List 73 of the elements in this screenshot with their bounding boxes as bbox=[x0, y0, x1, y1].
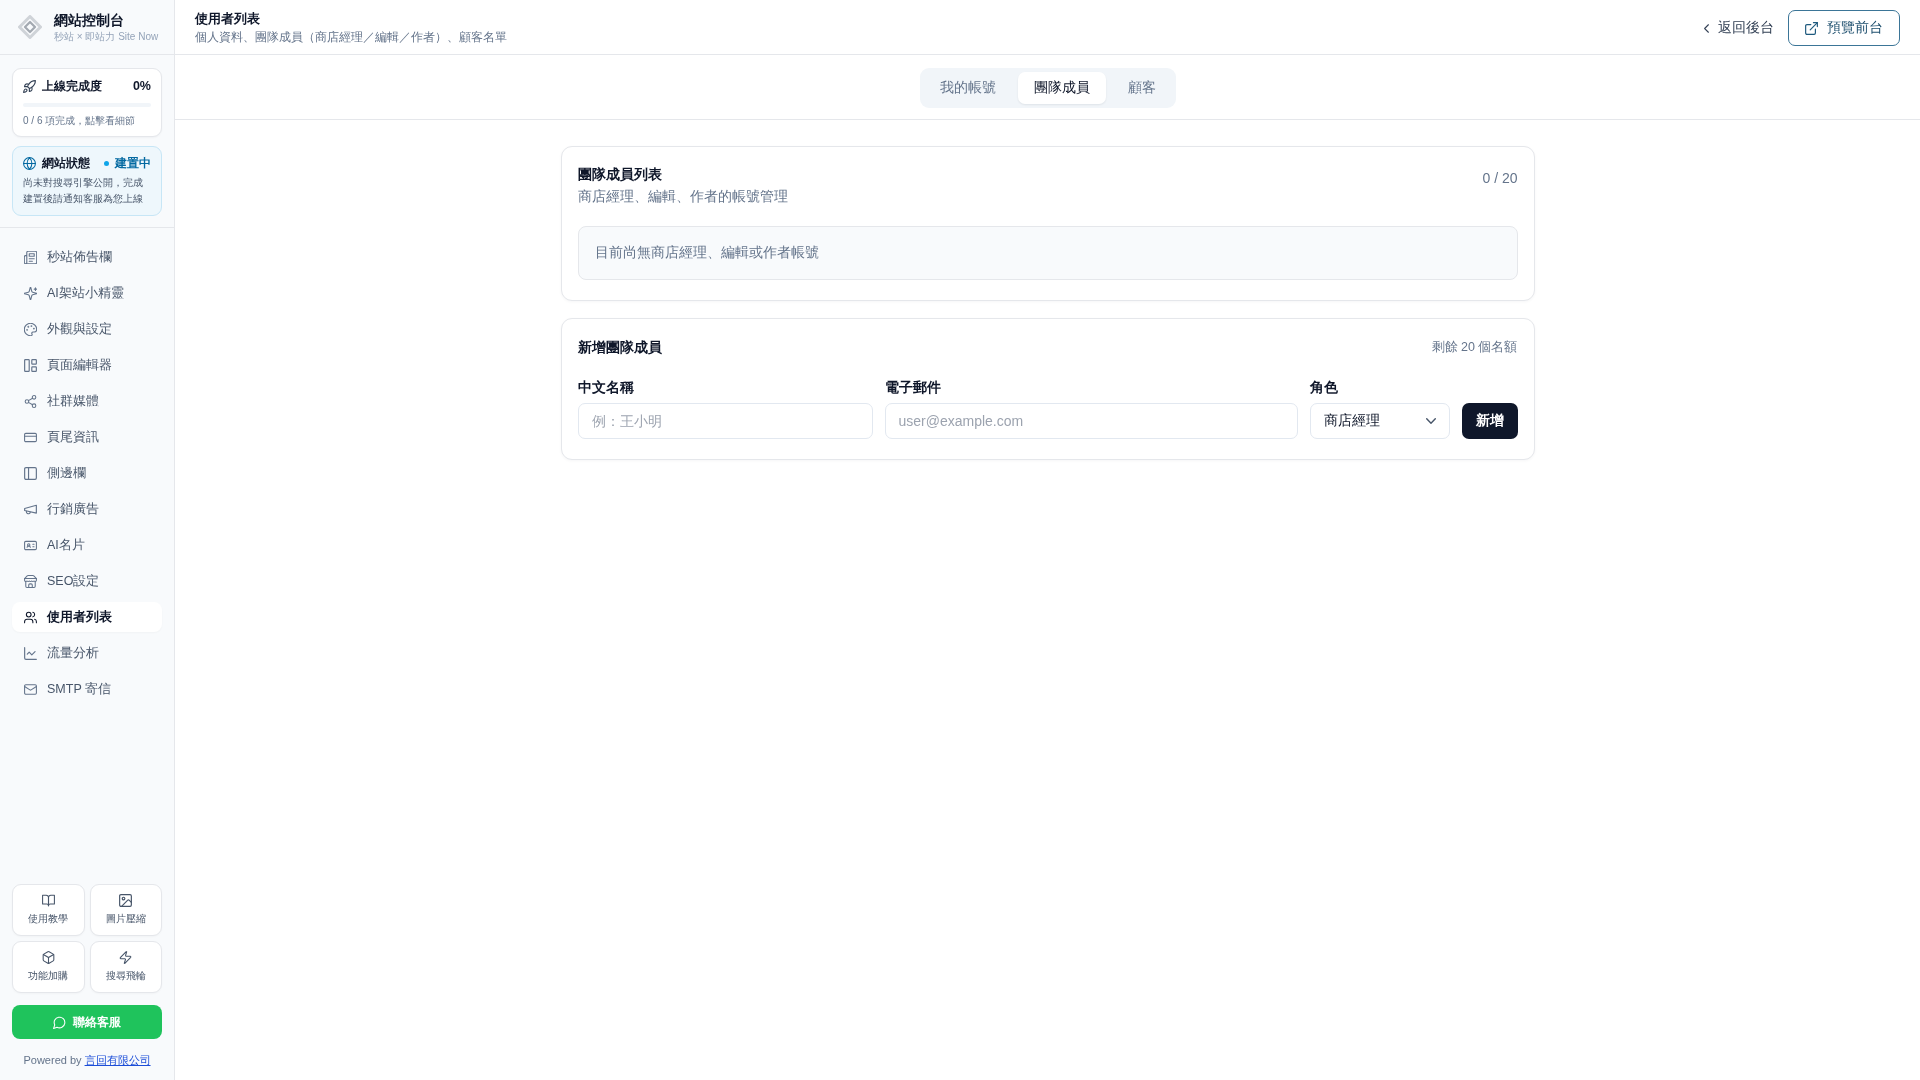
page-subtitle: 個人資料、團隊成員（商店經理／編輯／作者）、顧客名單 bbox=[195, 30, 508, 45]
palette-icon bbox=[24, 322, 37, 336]
progress-caption: 0 / 6 項完成，點擊看細節 bbox=[23, 114, 137, 128]
nav-item[interactable]: AI架站小精靈 bbox=[12, 278, 162, 308]
text-input[interactable]: user@example.com bbox=[884, 403, 1298, 439]
sidebar-layout-icon bbox=[24, 466, 37, 480]
tool-button[interactable]: 使用教學 bbox=[12, 884, 85, 936]
field-label: 角色 bbox=[1309, 379, 1339, 397]
image-icon bbox=[119, 894, 133, 907]
nav-item[interactable]: 使用者列表 bbox=[12, 602, 162, 632]
quota-text: 剩餘 20 個名額 bbox=[1431, 339, 1518, 355]
tool-button[interactable]: 功能加購 bbox=[12, 941, 85, 993]
progress-title: 上線完成度 bbox=[42, 78, 103, 94]
chevron-left-icon bbox=[1704, 23, 1709, 33]
nav-item[interactable]: AI名片 bbox=[12, 530, 162, 560]
tab[interactable]: 顧客 bbox=[1111, 72, 1172, 104]
status-title: 網站狀態 bbox=[42, 155, 91, 171]
text-input[interactable]: 例：王小明 bbox=[577, 403, 873, 439]
rocket-icon bbox=[23, 79, 36, 93]
mail-icon bbox=[24, 682, 37, 696]
add-button[interactable]: 新增 bbox=[1461, 403, 1518, 439]
brand-title: 網站控制台 bbox=[54, 11, 125, 28]
tab[interactable]: 團隊成員 bbox=[1017, 72, 1106, 104]
nav-item[interactable]: 秒站佈告欄 bbox=[12, 242, 162, 272]
logo-icon bbox=[18, 15, 42, 39]
users-icon bbox=[24, 610, 37, 624]
sparkles-icon bbox=[24, 286, 37, 300]
tab[interactable]: 我的帳號 bbox=[923, 72, 1012, 104]
brand-subtitle: 秒站 × 即站力 Site Now bbox=[54, 30, 159, 43]
empty-state-message: 目前尚無商店經理、編輯或作者帳號 bbox=[577, 226, 1518, 280]
chevron-down-icon bbox=[1425, 418, 1436, 424]
nav-item[interactable]: 側邊欄 bbox=[12, 458, 162, 488]
field-label: 中文名稱 bbox=[577, 379, 635, 397]
globe-icon bbox=[23, 156, 36, 170]
back-link[interactable]: 返回後台 bbox=[1704, 19, 1774, 37]
powered-by-text: Powered by bbox=[23, 1053, 82, 1067]
company-link[interactable]: 言回有限公司 bbox=[84, 1053, 151, 1067]
role-select[interactable]: 商店經理 bbox=[1309, 403, 1450, 439]
book-icon bbox=[41, 894, 55, 907]
nav-item[interactable]: 流量分析 bbox=[12, 638, 162, 668]
lightning-icon bbox=[119, 951, 133, 964]
status-label: 建置中 bbox=[115, 156, 151, 171]
nav-item[interactable]: SEO設定 bbox=[12, 566, 162, 596]
tool-button[interactable]: 搜尋飛輪 bbox=[89, 941, 162, 993]
nav-item[interactable]: 頁尾資訊 bbox=[12, 422, 162, 452]
tool-button[interactable]: 圖片壓縮 bbox=[89, 884, 162, 936]
id-card-icon bbox=[24, 538, 37, 552]
nav-item[interactable]: 頁面編輯器 bbox=[12, 350, 162, 380]
nav-item[interactable]: 外觀與設定 bbox=[12, 314, 162, 344]
line-chart-icon bbox=[24, 646, 37, 660]
field-label: 電子郵件 bbox=[884, 379, 942, 397]
card-subtitle: 商店經理、編輯、作者的帳號管理 bbox=[577, 188, 788, 206]
nav-item[interactable]: SMTP 寄信 bbox=[12, 674, 162, 704]
box-icon bbox=[41, 951, 55, 964]
member-count: 0 / 20 bbox=[1482, 169, 1518, 187]
layout-icon bbox=[24, 358, 37, 372]
external-link-icon bbox=[1805, 21, 1818, 35]
chat-icon bbox=[53, 1015, 66, 1029]
megaphone-icon bbox=[24, 502, 37, 516]
progress-percent: 0% bbox=[132, 78, 151, 94]
progress-card[interactable]: 上線完成度 0% 0 / 6 項完成，點擊看細節 bbox=[12, 68, 162, 137]
page-title: 使用者列表 bbox=[195, 11, 261, 27]
nav-item[interactable]: 行銷廣告 bbox=[12, 494, 162, 524]
credit-card-icon bbox=[24, 430, 37, 444]
card-title: 新增團隊成員 bbox=[577, 338, 662, 356]
preview-button[interactable]: 預覽前台 bbox=[1788, 10, 1900, 46]
newspaper-icon bbox=[24, 250, 37, 264]
store-icon bbox=[24, 574, 37, 588]
share-icon bbox=[24, 394, 37, 408]
nav-item[interactable]: 社群媒體 bbox=[12, 386, 162, 416]
status-dot-icon bbox=[104, 160, 109, 166]
status-description: 尚未對搜尋引擎公開，完成建置後請通知客服為您上線 bbox=[23, 176, 144, 206]
card-title: 團隊成員列表 bbox=[577, 165, 663, 183]
